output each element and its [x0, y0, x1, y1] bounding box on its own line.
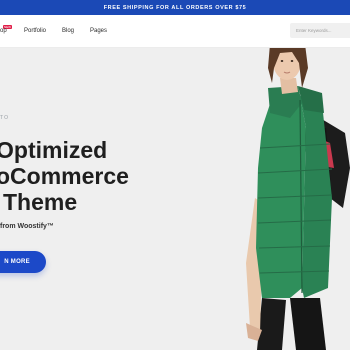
model-photo: [246, 48, 350, 350]
hero-banner: TO Optimized oCommerce Theme from Woosti…: [0, 48, 350, 350]
nav-item-shop[interactable]: op: [0, 28, 7, 34]
nav-item-portfolio[interactable]: Portfolio: [24, 28, 46, 34]
announcement-text: FREE SHIPPING FOR ALL ORDERS OVER $75: [103, 4, 247, 11]
announcement-bar: FREE SHIPPING FOR ALL ORDERS OVER $75: [0, 0, 350, 15]
nav-item-blog[interactable]: Blog: [62, 28, 74, 34]
nav-item-pages[interactable]: Pages: [90, 28, 107, 34]
search-input[interactable]: [290, 23, 350, 38]
